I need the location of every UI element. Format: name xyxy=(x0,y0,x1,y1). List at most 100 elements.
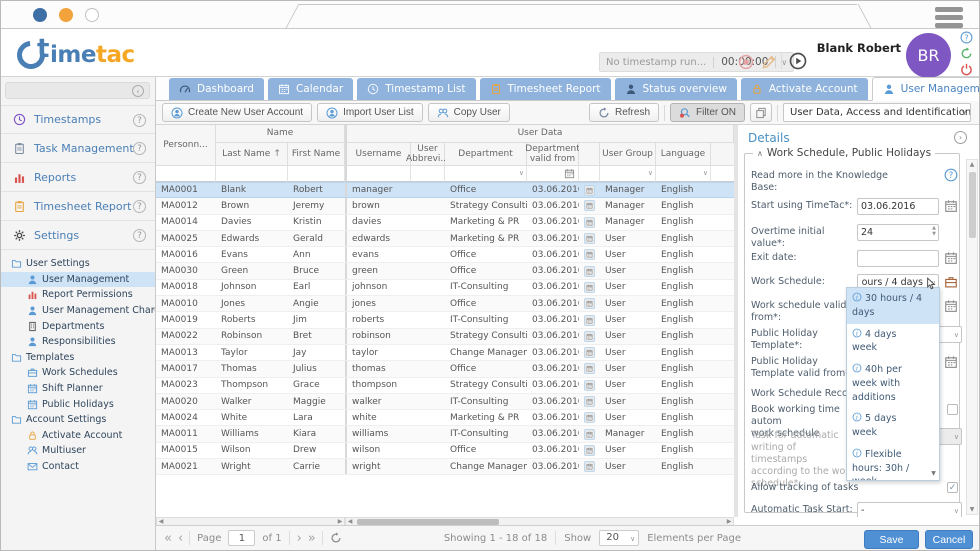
sidebar-nav-item[interactable]: Reports ? xyxy=(1,163,155,192)
overtime-input[interactable]: 24▲▼ xyxy=(857,224,939,241)
row-calendar-button[interactable] xyxy=(584,266,595,277)
dropdown-option[interactable]: i30 hours / 4 days xyxy=(847,288,939,324)
import-user-list-button[interactable]: Import User List xyxy=(317,103,423,122)
row-calendar-button[interactable] xyxy=(584,298,595,309)
reload-page-icon[interactable] xyxy=(330,532,342,544)
first-page-icon[interactable]: « xyxy=(164,531,171,546)
column-header-language[interactable]: Language xyxy=(656,143,711,166)
knowledge-base-help-icon[interactable]: ? xyxy=(944,168,958,182)
filter-department-select[interactable]: ∨ xyxy=(445,166,527,182)
row-calendar-button[interactable] xyxy=(584,347,595,358)
filter-first-name-input[interactable] xyxy=(288,166,345,182)
table-row[interactable]: MA0024 White Lara white Marketing & PR 0… xyxy=(156,410,734,426)
tab[interactable]: Timestamp List xyxy=(357,78,475,100)
table-row[interactable]: MA0001 Blank Robert manager Office 03.06… xyxy=(156,182,734,198)
row-calendar-button[interactable] xyxy=(584,282,595,293)
tree-item[interactable]: Responsibilities xyxy=(1,334,155,350)
row-calendar-button[interactable] xyxy=(584,315,595,326)
calendar-icon[interactable] xyxy=(564,168,575,179)
view-mode-select[interactable]: User Data, Access and Identification ∨ xyxy=(783,103,971,122)
previous-page-icon[interactable]: ‹ xyxy=(178,531,182,546)
stop-timestamp-icon[interactable] xyxy=(738,54,754,70)
window-button-blue[interactable] xyxy=(33,8,47,22)
help-question-icon[interactable]: ? xyxy=(133,229,146,242)
table-row[interactable]: MA0023 Thompson Grace thompson Strategy … xyxy=(156,378,734,394)
exit-date-input[interactable] xyxy=(857,250,939,267)
tab[interactable]: Activate Account xyxy=(741,78,868,100)
row-calendar-button[interactable] xyxy=(584,185,595,196)
help-question-icon[interactable]: ? xyxy=(133,200,146,213)
row-calendar-button[interactable] xyxy=(584,461,595,472)
row-calendar-button[interactable] xyxy=(584,363,595,374)
tree-item[interactable]: Work Schedules xyxy=(1,365,155,381)
tree-item[interactable]: User Management Changelog xyxy=(1,303,155,319)
power-icon[interactable] xyxy=(960,63,973,76)
column-header-username[interactable]: Username xyxy=(345,143,411,166)
help-question-icon[interactable]: ? xyxy=(133,114,146,127)
table-row[interactable]: MA0020 Walker Maggie walker IT-Consultin… xyxy=(156,394,734,410)
avatar[interactable]: BR xyxy=(906,33,951,78)
tab[interactable]: Timesheet Report xyxy=(480,78,611,100)
row-calendar-button[interactable] xyxy=(584,429,595,440)
page-number-input[interactable]: 1 xyxy=(228,530,255,546)
table-row[interactable]: MA0025 Edwards Gerald edwards Marketing … xyxy=(156,231,734,247)
row-calendar-button[interactable] xyxy=(584,380,595,391)
table-row[interactable]: MA0019 Roberts Jim roberts IT-Consulting… xyxy=(156,312,734,328)
filter-username-input[interactable] xyxy=(345,166,411,182)
details-vscrollbar[interactable]: ▲ ▼ xyxy=(966,159,978,515)
row-calendar-button[interactable] xyxy=(584,412,595,423)
column-header-user-group[interactable]: User Group xyxy=(600,143,656,166)
scroll-up-icon[interactable]: ▲ xyxy=(967,161,977,168)
sidebar-nav-item[interactable]: Settings ? xyxy=(1,221,155,250)
column-header-department-valid-from[interactable]: Department valid from xyxy=(527,143,579,166)
row-calendar-button[interactable] xyxy=(584,217,595,228)
table-row[interactable]: MA0014 Davies Kristin davies Marketing &… xyxy=(156,215,734,231)
table-row[interactable]: MA0030 Green Bruce green Office 03.06.20… xyxy=(156,263,734,279)
column-header-first-name[interactable]: First Name xyxy=(288,143,345,166)
table-row[interactable]: MA0016 Evans Ann evans Office 03.06.2016… xyxy=(156,247,734,263)
vscrollbar-thumb[interactable] xyxy=(969,172,976,238)
automatic-task-start-select[interactable]: -∨ xyxy=(857,502,962,517)
filter-valid-from-date[interactable] xyxy=(527,166,579,182)
table-row[interactable]: MA0022 Robinson Bret robinson Strategy C… xyxy=(156,329,734,345)
column-header-last-name[interactable]: Last Name↑ xyxy=(216,143,288,166)
tree-item[interactable]: Activate Account xyxy=(1,428,155,444)
help-question-icon[interactable]: ? xyxy=(133,171,146,184)
table-row[interactable]: MA0017 Thomas Julius thomas Office 03.06… xyxy=(156,361,734,377)
save-button[interactable]: Save xyxy=(864,530,919,549)
filter-abbreviation-input[interactable] xyxy=(411,166,445,182)
sidebar-collapse-bar[interactable]: ‹ xyxy=(5,82,150,99)
row-calendar-button[interactable] xyxy=(584,200,595,211)
calendar-icon[interactable] xyxy=(944,299,958,313)
table-row[interactable]: MA0021 Wright Carrie wright Change Manag… xyxy=(156,459,734,475)
scroll-down-icon[interactable]: ▼ xyxy=(967,506,977,513)
filter-language-select[interactable]: ∨ xyxy=(656,166,711,182)
column-header-abbreviation[interactable]: User Abbrevi... xyxy=(411,143,445,166)
collapse-sidebar-icon[interactable]: ‹ xyxy=(132,85,144,97)
row-calendar-button[interactable] xyxy=(584,249,595,260)
refresh-table-button[interactable]: Refresh xyxy=(589,103,659,122)
row-calendar-button[interactable] xyxy=(584,445,595,456)
dropdown-option[interactable]: i40h per week with additions xyxy=(847,359,939,408)
table-row[interactable]: MA0011 Williams Kiara williams IT-Consul… xyxy=(156,426,734,442)
briefcase-icon[interactable] xyxy=(944,275,958,289)
create-user-button[interactable]: Create New User Account xyxy=(162,103,312,122)
filter-user-group-select[interactable]: ∨ xyxy=(600,166,656,182)
window-button-orange[interactable] xyxy=(59,8,73,22)
allow-tracking-checkbox[interactable]: ✓ xyxy=(947,482,958,493)
help-icon[interactable]: ? xyxy=(960,31,973,44)
row-calendar-button[interactable] xyxy=(584,331,595,342)
tree-item[interactable]: Public Holidays xyxy=(1,396,155,412)
copy-user-button[interactable]: Copy User xyxy=(428,103,510,122)
page-size-select[interactable]: 20∨ xyxy=(599,530,639,546)
dropdown-option[interactable]: i5 days week xyxy=(847,408,939,444)
tab[interactable]: Dashboard xyxy=(169,78,264,100)
sidebar-nav-item[interactable]: Timestamps ? xyxy=(1,105,155,134)
collapse-section-icon[interactable]: ∧ xyxy=(757,149,763,158)
column-header-personnel[interactable]: Personn... xyxy=(156,125,216,166)
sidebar-nav-item[interactable]: Task Management ? xyxy=(1,134,155,163)
tree-item[interactable]: Templates xyxy=(1,350,155,366)
dropdown-option[interactable]: i4 days week xyxy=(847,324,939,360)
last-page-icon[interactable]: » xyxy=(308,531,315,546)
tree-item[interactable]: Shift Planner xyxy=(1,381,155,397)
